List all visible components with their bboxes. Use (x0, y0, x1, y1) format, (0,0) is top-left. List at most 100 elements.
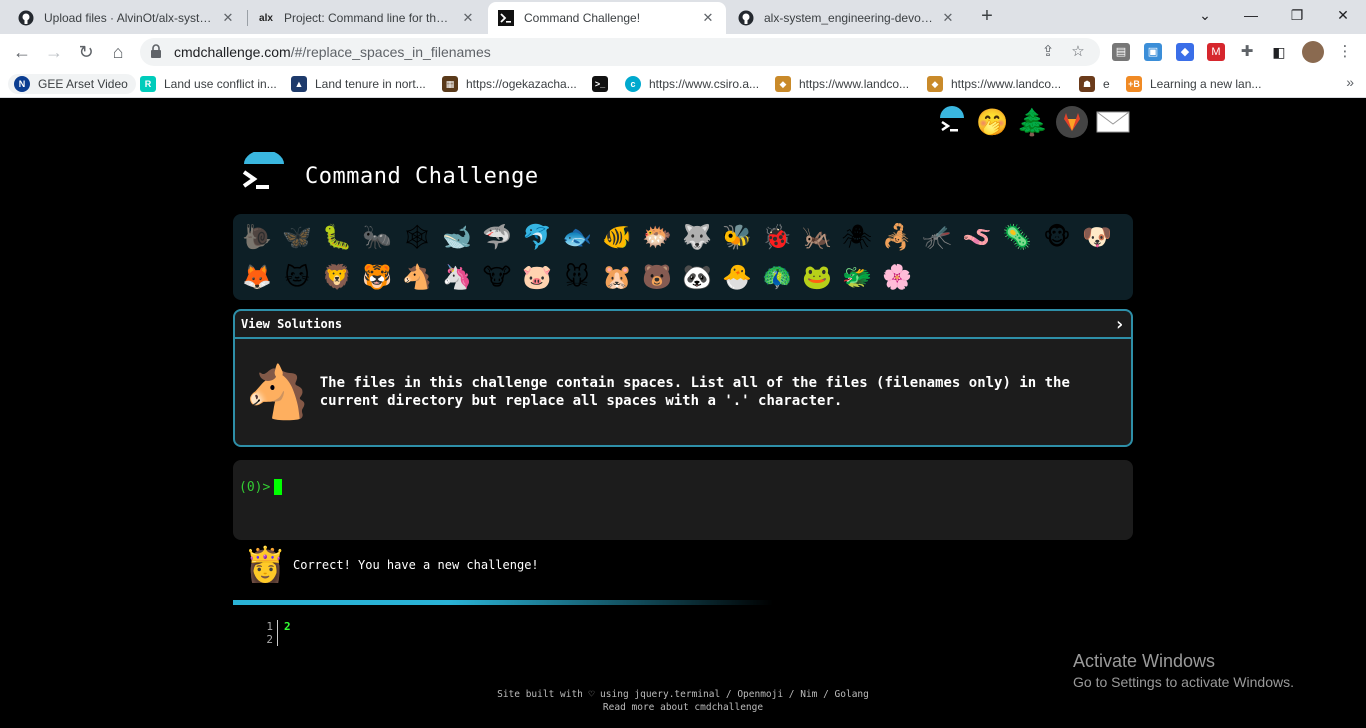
command-challenge-logo-icon[interactable] (240, 150, 288, 200)
challenge-emoji-icon[interactable]: 🐜 (357, 218, 397, 258)
site-brand: Command Challenge (240, 150, 539, 200)
challenge-emoji-icon[interactable]: 🦊 (237, 258, 277, 298)
side-panel-icon[interactable]: ◧ (1270, 43, 1288, 61)
challenge-emoji-icon[interactable]: 🦈 (477, 218, 517, 258)
challenge-emoji-icon[interactable]: 🐲 (837, 258, 877, 298)
challenge-emoji-icon[interactable]: 🐞 (757, 218, 797, 258)
extensions-puzzle-icon[interactable]: ✚ (1238, 43, 1256, 61)
extension-diamond-icon[interactable]: ◆ (1176, 43, 1194, 61)
challenge-emoji-icon[interactable]: 🕷 (837, 218, 877, 258)
challenge-emoji-icon[interactable]: 🐸 (797, 258, 837, 298)
bookmark-star-icon[interactable]: ☆ (1068, 42, 1088, 62)
bookmark-ogekazacha[interactable]: ▦ https://ogekazacha... (442, 74, 577, 94)
bookmark-cmdchallenge[interactable]: >_ (592, 74, 616, 94)
close-icon[interactable]: ✕ (940, 10, 956, 26)
output-listing: 1 2 2 (260, 620, 291, 646)
envelope-icon[interactable] (1096, 106, 1130, 138)
challenge-emoji-icon[interactable]: 🐭 (557, 258, 597, 298)
challenge-emoji-icon[interactable]: 🐱 (277, 258, 317, 298)
tab-title: Command Challenge! (524, 11, 641, 25)
challenge-emoji-icon[interactable]: 🐵 (1037, 218, 1077, 258)
challenge-emoji-icon[interactable]: 🦄 (437, 258, 477, 298)
challenge-emoji-icon[interactable]: 🐴 (397, 258, 437, 298)
progress-bar (233, 600, 773, 605)
bookmark-landco-2[interactable]: ◆ https://www.landco... (927, 74, 1061, 94)
challenge-emoji-icon[interactable]: 🐬 (517, 218, 557, 258)
url-path: /#/replace_spaces_in_filenames (290, 44, 491, 60)
challenge-emoji-icon[interactable]: 🦂 (877, 218, 917, 258)
terminal-cursor (274, 478, 283, 495)
tab-project-command-line[interactable]: alx Project: Command line for the wi ✕ (248, 2, 486, 34)
extension-mendeley-icon[interactable]: M (1207, 43, 1225, 61)
close-icon[interactable]: ✕ (700, 10, 716, 26)
challenge-emoji-icon[interactable]: 🦚 (757, 258, 797, 298)
menu-kebab-icon[interactable]: ⋮ (1336, 43, 1354, 61)
view-solutions-toggle[interactable]: View Solutions › (235, 311, 1131, 339)
challenge-emoji-icon[interactable]: 🐣 (717, 258, 757, 298)
challenge-emoji-icon[interactable]: 🦁 (317, 258, 357, 298)
close-icon[interactable]: ✕ (460, 10, 476, 26)
new-tab-button[interactable]: + (976, 6, 998, 28)
extension-reader-icon[interactable]: ▤ (1112, 43, 1130, 61)
tab-title: Project: Command line for the wi (284, 11, 454, 25)
challenge-emoji-icon[interactable]: 🐯 (357, 258, 397, 298)
bookmark-landco-1[interactable]: ◆ https://www.landco... (775, 74, 909, 94)
bookmark-learning[interactable]: +B Learning a new lan... (1126, 74, 1261, 94)
line-value: 2 (284, 620, 291, 633)
output-line: 2 (260, 633, 291, 646)
challenge-emoji-icon[interactable]: 🐶 (1077, 218, 1117, 258)
challenge-emoji-icon[interactable]: 🐝 (717, 218, 757, 258)
challenge-emoji-icon[interactable]: 🪱 (957, 218, 997, 258)
terminal-input[interactable]: (0)> (233, 460, 1133, 540)
challenge-emoji-icon[interactable]: 🐷 (517, 258, 557, 298)
terminal-logo-icon[interactable] (936, 106, 968, 138)
restore-button[interactable]: ❐ (1274, 0, 1320, 30)
challenge-emoji-icon[interactable]: 🦠 (997, 218, 1037, 258)
reload-icon[interactable]: ↻ (74, 40, 98, 64)
challenge-emoji-icon[interactable]: 🐌 (237, 218, 277, 258)
challenge-emoji-icon[interactable]: 🐼 (677, 258, 717, 298)
read-more-link[interactable]: Read more about cmdchallenge (0, 701, 1366, 714)
bookmark-e[interactable]: ☗ e (1079, 74, 1110, 94)
horse-icon: 🐴 (245, 363, 310, 422)
url-host: cmdchallenge.com (174, 44, 291, 60)
tree-icon[interactable]: 🌲 (1016, 106, 1048, 138)
back-arrow-icon[interactable]: ← (10, 40, 34, 64)
bookmarks-overflow-chevron-icon[interactable]: » (1346, 74, 1354, 90)
hushed-face-icon[interactable]: 🤭 (976, 106, 1008, 138)
challenge-emoji-icon[interactable]: 🦗 (797, 218, 837, 258)
tab-search-chevron-icon[interactable]: ⌄ (1182, 0, 1228, 30)
bookmark-land-tenure[interactable]: ▲ Land tenure in nort... (291, 74, 426, 94)
challenge-emoji-icon[interactable]: 🐮 (477, 258, 517, 298)
challenge-emoji-icon[interactable]: 🦋 (277, 218, 317, 258)
forward-arrow-icon[interactable]: → (42, 40, 66, 64)
challenge-emoji-icon[interactable]: 🐟 (557, 218, 597, 258)
top-icon-bar: 🤭 🌲 (936, 106, 1130, 138)
home-icon[interactable]: ⌂ (106, 40, 130, 64)
challenge-emoji-icon[interactable]: 🐻 (637, 258, 677, 298)
challenge-emoji-icon[interactable]: 🐺 (677, 218, 717, 258)
profile-avatar[interactable] (1302, 41, 1324, 63)
close-window-button[interactable]: ✕ (1320, 0, 1366, 30)
challenge-emoji-icon[interactable]: 🐛 (317, 218, 357, 258)
close-icon[interactable]: ✕ (220, 10, 236, 26)
gitlab-icon[interactable] (1056, 106, 1088, 138)
share-icon[interactable]: ⇪ (1038, 42, 1058, 62)
challenge-emoji-icon[interactable]: 🐠 (597, 218, 637, 258)
bookmark-gee-arset[interactable]: N GEE Arset Video (8, 74, 136, 94)
fox-icon: ◆ (927, 76, 943, 92)
challenge-emoji-icon[interactable]: 🕸 (397, 218, 437, 258)
challenge-emoji-icon[interactable]: 🐡 (637, 218, 677, 258)
challenge-emoji-icon[interactable]: 🌸 (877, 258, 917, 298)
address-bar[interactable]: cmdchallenge.com/#/replace_spaces_in_fil… (140, 38, 1100, 66)
challenge-emoji-icon[interactable]: 🐹 (597, 258, 637, 298)
bookmark-csiro[interactable]: c https://www.csiro.a... (625, 74, 759, 94)
minimize-button[interactable]: — (1228, 0, 1274, 30)
tab-alx-system-engineering[interactable]: alx-system_engineering-devops/ ✕ (728, 2, 966, 34)
challenge-emoji-icon[interactable]: 🐋 (437, 218, 477, 258)
extension-image-icon[interactable]: ▣ (1144, 43, 1162, 61)
tab-command-challenge[interactable]: Command Challenge! ✕ (488, 2, 726, 34)
challenge-emoji-icon[interactable]: 🦟 (917, 218, 957, 258)
bookmark-land-use[interactable]: R Land use conflict in... (140, 74, 277, 94)
tab-upload-files[interactable]: Upload files · AlvinOt/alx-system_ ✕ (8, 2, 246, 34)
